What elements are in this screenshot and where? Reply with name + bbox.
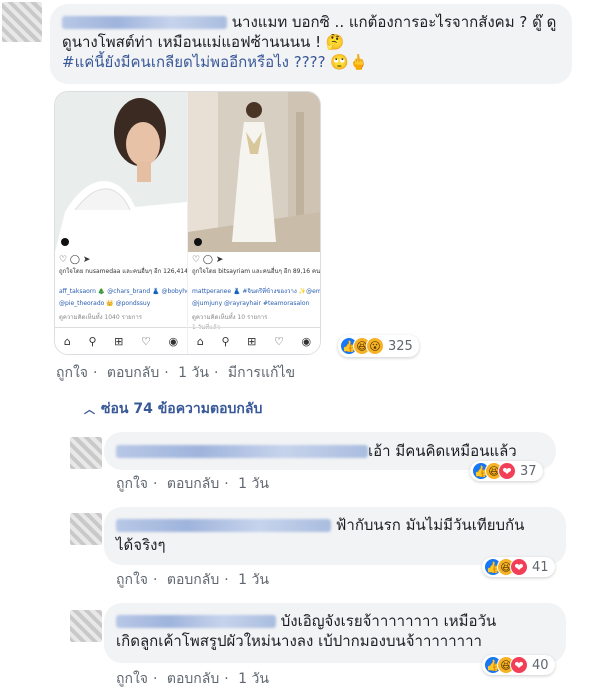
main-comment-emojis: 🙄🖕 <box>330 53 368 71</box>
reply-text-line-1: ฟ้ากับนรก มันไม่มีวันเทียบกัน <box>335 516 525 534</box>
like-link[interactable]: ถูกใจ <box>56 362 88 384</box>
ig-navbar-left: ⌂ ⚲ ⊞ ♡ ◉ <box>55 327 187 354</box>
timestamp[interactable]: 1 วัน <box>238 473 269 495</box>
edited-label[interactable]: มีการแก้ไข <box>228 362 295 384</box>
reply-reactions[interactable]: 👍 😆 ❤ 37 <box>470 461 543 481</box>
reply-actions: ถูกใจ · ตอบกลับ · 1 วัน <box>116 473 269 495</box>
profile-icon: ◉ <box>168 334 179 348</box>
reply-bubble: บังเอิญจังเรยจ้าาาาาาาา เหมือวัน เกิดลูก… <box>104 603 566 663</box>
ig-action-icons-right: ♡ ◯ ➤ <box>192 255 224 265</box>
ig-likes-right: ถูกใจโดย bitsayriam และคนอื่นๆ อีก 89,16… <box>192 268 321 275</box>
reply-reactions[interactable]: 👍 😆 ❤ 40 <box>482 655 555 675</box>
main-comment-bubble: นางแมท บอกซิ .. แกต้องการอะไรจากสังคม ? … <box>50 4 572 84</box>
profile-icon: ◉ <box>301 334 312 348</box>
photo-woman-portrait <box>55 92 187 252</box>
photo-woman-gown <box>188 92 320 252</box>
add-icon: ⊞ <box>114 334 124 348</box>
love-reaction-icon: ❤ <box>510 558 528 576</box>
reaction-count: 325 <box>388 338 413 354</box>
ig-screenshot-left: ♡ ◯ ➤ ถูกใจโดย nusamedaa และคนอื่นๆ อีก … <box>55 92 188 354</box>
reply-avatar[interactable] <box>70 437 102 469</box>
hide-replies-label: ซ่อน 74 ข้อความตอบกลับ <box>101 401 263 417</box>
reply-avatar[interactable] <box>70 513 102 545</box>
attached-image[interactable]: ♡ ◯ ➤ ถูกใจโดย nusamedaa และคนอื่นๆ อีก … <box>54 91 321 355</box>
timestamp[interactable]: 1 วัน <box>238 668 269 690</box>
reply-text: เอ้า มีคนคิดเหมือนแล้ว <box>368 442 517 460</box>
ig-tags-right-2: @jumjuny @rayrayhair #teamorasalon <box>192 300 310 307</box>
wow-reaction-icon: 😮 <box>366 337 384 355</box>
ig-navbar-right: ⌂ ⚲ ⊞ ♡ ◉ <box>188 327 320 354</box>
reply-text-line-2: เกิดลูกเค้าโพสรูปผัวใหม่นางลง เบ้ปากมองบ… <box>116 632 482 650</box>
reply-reactions[interactable]: 👍 😆 ❤ 41 <box>482 557 555 577</box>
ig-comments-left: ดูความคิดเห็นทั้ง 1040 รายการ <box>59 314 142 321</box>
hide-replies-link[interactable]: ︿ ซ่อน 74 ข้อความตอบกลับ <box>84 398 262 420</box>
timestamp[interactable]: 1 วัน <box>238 569 269 591</box>
reply-text-line-2: ได้จริงๆ <box>116 536 166 554</box>
reply-author-name[interactable] <box>116 615 276 628</box>
like-link[interactable]: ถูกใจ <box>116 473 148 495</box>
reply-avatar[interactable] <box>70 610 102 642</box>
reply-text-line-1: บังเอิญจังเรยจ้าาาาาาาา เหมือวัน <box>280 612 497 630</box>
home-icon: ⌂ <box>63 334 71 348</box>
reply-link[interactable]: ตอบกลับ <box>107 362 159 384</box>
reaction-count: 37 <box>520 463 537 479</box>
reply-actions: ถูกใจ · ตอบกลับ · 1 วัน <box>116 569 269 591</box>
reply-actions: ถูกใจ · ตอบกลับ · 1 วัน <box>116 668 269 690</box>
reaction-count: 41 <box>532 559 549 575</box>
reply-link[interactable]: ตอบกลับ <box>167 668 219 690</box>
ig-screenshot-right: ♡ ◯ ➤ ถูกใจโดย bitsayriam และคนอื่นๆ อีก… <box>188 92 321 354</box>
search-icon: ⚲ <box>221 334 230 348</box>
heart-icon: ♡ <box>274 334 284 348</box>
commenter-name[interactable] <box>62 16 227 29</box>
ig-tags-right-1: mattperanee 👗 #จินตรีที่ข้างของวาง ✨@emo… <box>192 288 320 295</box>
reply-link[interactable]: ตอบกลับ <box>167 569 219 591</box>
reply-author-name[interactable] <box>116 445 368 458</box>
reply-author-name[interactable] <box>116 519 331 532</box>
main-comment-hashtag[interactable]: #แค่นี้ยังมีคนเกลียดไม่พออีกหรือไง ???? <box>62 53 326 71</box>
reply-link[interactable]: ตอบกลับ <box>167 473 219 495</box>
ig-action-icons-left: ♡ ◯ ➤ <box>59 255 91 265</box>
main-comment-reactions[interactable]: 👍 😆 😮 325 <box>338 335 419 357</box>
home-icon: ⌂ <box>196 334 204 348</box>
ig-comments-right: ดูความคิดเห็นทั้ง 10 รายการ <box>192 314 268 321</box>
ig-likes-left: ถูกใจโดย nusamedaa และคนอื่นๆ อีก 126,41… <box>59 268 188 275</box>
heart-icon: ♡ <box>141 334 151 348</box>
like-link[interactable]: ถูกใจ <box>116 668 148 690</box>
search-icon: ⚲ <box>88 334 97 348</box>
love-reaction-icon: ❤ <box>498 462 516 480</box>
like-link[interactable]: ถูกใจ <box>116 569 148 591</box>
commenter-avatar[interactable] <box>2 2 42 42</box>
timestamp[interactable]: 1 วัน <box>178 362 209 384</box>
ig-tags-left-1: aff_taksaorn 🎄 @chars_brand 👗 @bobyhoo <box>59 288 188 295</box>
ig-tags-left-2: @pie_theorado 👑 @pondssuy <box>59 300 151 307</box>
main-comment-actions: ถูกใจ · ตอบกลับ · 1 วัน · มีการแก้ไข <box>56 362 295 384</box>
reaction-count: 40 <box>532 657 549 673</box>
love-reaction-icon: ❤ <box>510 656 528 674</box>
chevron-up-icon: ︿ <box>84 403 95 416</box>
add-icon: ⊞ <box>247 334 257 348</box>
